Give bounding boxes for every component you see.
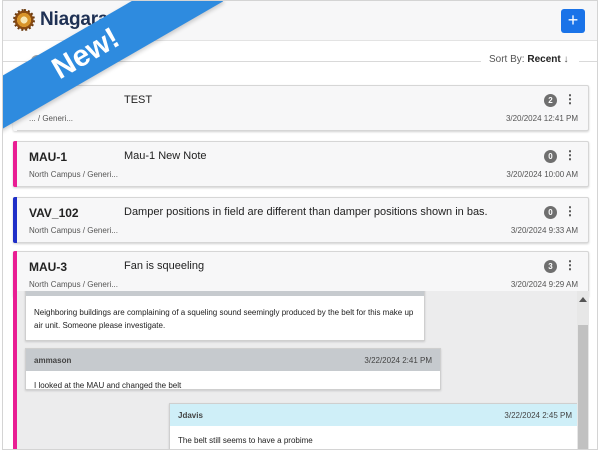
note-timestamp: 3/20/2024 12:41 PM [505, 114, 578, 123]
niagara-logo-icon [13, 9, 35, 31]
more-options-icon[interactable]: ⋮ [564, 149, 576, 161]
scrollbar-thumb[interactable] [578, 325, 588, 449]
comment-count-badge: 0 [544, 150, 557, 163]
scrollbar[interactable] [577, 291, 589, 449]
comment-timestamp: 3/22/2024 2:41 PM [364, 356, 432, 365]
comment-body: The belt still seems to have a probime [178, 436, 313, 445]
equipment-name: VAV_102 [29, 206, 79, 220]
location-path: North Campus / Generi... [29, 280, 118, 289]
comment-thread[interactable]: Neighboring buildings are complaining of… [13, 291, 589, 449]
comment-own: Jdavis 3/22/2024 2:45 PM The belt still … [169, 403, 581, 449]
divider [3, 61, 27, 62]
note-timestamp: 3/20/2024 9:33 AM [510, 226, 578, 235]
note-title: Fan is squeeling [124, 260, 205, 272]
note-card[interactable]: VAV_102 Damper positions in field are di… [13, 197, 589, 243]
comment-author: Jdavis [178, 411, 203, 420]
more-options-icon[interactable]: ⋮ [564, 205, 576, 217]
location-path: ... / Generi... [29, 114, 74, 123]
comment-body: Neighboring buildings are complaining of… [34, 308, 414, 330]
scroll-up-arrow-icon[interactable] [579, 297, 587, 302]
divider [579, 61, 597, 62]
more-options-icon[interactable]: ⋮ [564, 93, 576, 105]
location-path: North Campus / Generi... [29, 170, 118, 179]
comment-header: Jdavis 3/22/2024 2:45 PM [170, 404, 580, 426]
comment: Neighboring buildings are complaining of… [25, 291, 425, 341]
note-timestamp: 3/20/2024 10:00 AM [506, 170, 578, 179]
sort-prefix: Sort By: [489, 54, 528, 65]
equipment-name: MAU-1 [29, 150, 67, 164]
equipment-name: MAU-3 [29, 260, 67, 274]
comment: ammason 3/22/2024 2:41 PM I looked at th… [25, 348, 441, 390]
note-card[interactable]: TEST ... / Generi... 2 ⋮ 3/20/2024 12:41… [13, 85, 589, 131]
comment-count-badge: 3 [544, 260, 557, 273]
more-options-icon[interactable]: ⋮ [564, 259, 576, 271]
note-title: Mau-1 New Note [124, 150, 207, 162]
note-timestamp: 3/20/2024 9:29 AM [510, 280, 578, 289]
sort-value: Recent [527, 54, 561, 65]
note-title: TEST [124, 94, 153, 106]
notes-app: Niagara + Sort By: Recent ↓ TEST ... / G… [2, 0, 598, 450]
comment-header: ammason 3/22/2024 2:41 PM [26, 349, 440, 371]
sort-control[interactable]: Sort By: Recent ↓ [489, 54, 569, 65]
add-note-button[interactable]: + [561, 9, 585, 33]
note-card[interactable]: MAU-1 Mau-1 New Note North Campus / Gene… [13, 141, 589, 187]
sort-arrow-icon: ↓ [563, 54, 569, 65]
comment-body: I looked at the MAU and changed the belt [34, 381, 182, 390]
note-title: Damper positions in field are different … [124, 206, 488, 218]
comment-timestamp: 3/22/2024 2:45 PM [504, 411, 572, 420]
comment-count-badge: 2 [544, 94, 557, 107]
location-path: North Campus / Generi... [29, 226, 118, 235]
card-color-bar [13, 141, 17, 187]
comment-author: ammason [34, 356, 72, 365]
card-color-bar [13, 197, 17, 243]
comment-count-badge: 0 [544, 206, 557, 219]
